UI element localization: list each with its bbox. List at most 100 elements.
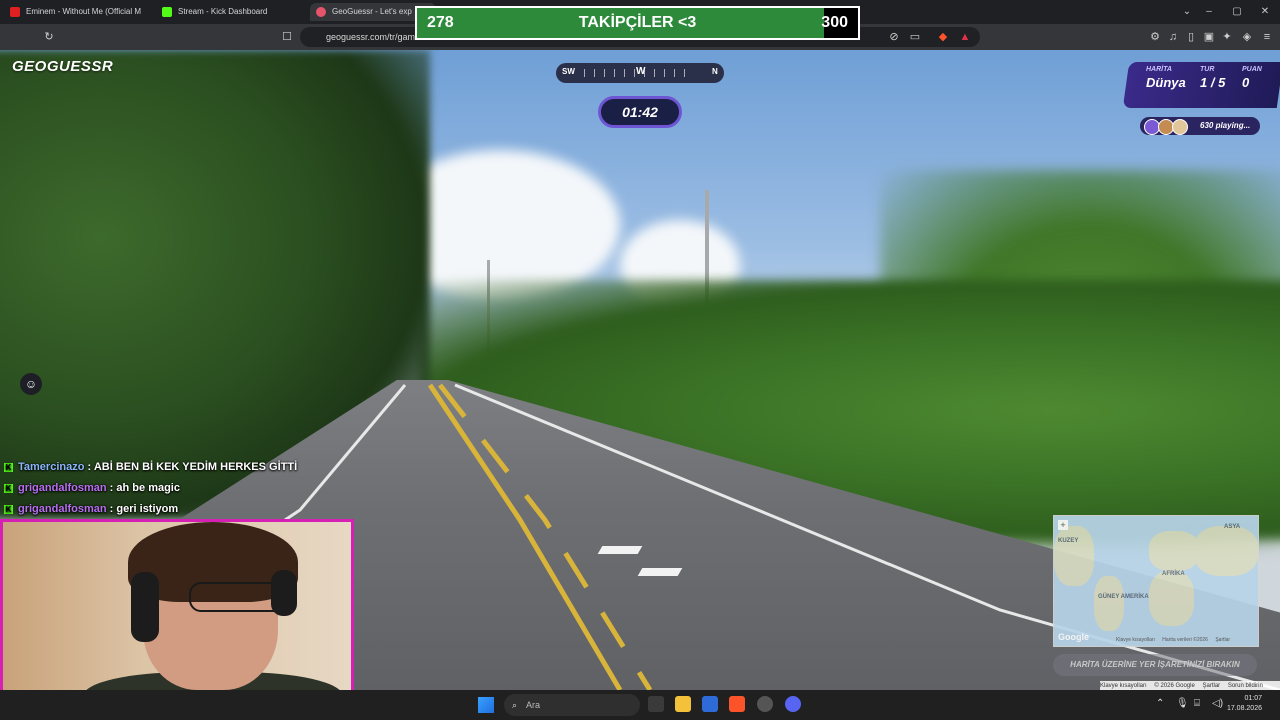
- round-label: TUR: [1200, 66, 1215, 73]
- mute-icon[interactable]: ⊘: [885, 28, 903, 46]
- maximize-icon[interactable]: ▢: [1222, 0, 1252, 24]
- chat-message: Kgrigandalfosman : geri istiyom: [4, 499, 324, 520]
- map-info: HARİTA Dünya: [1146, 66, 1186, 90]
- map-footer-item[interactable]: Şartlar: [1215, 637, 1230, 643]
- google-logo: Google: [1058, 632, 1089, 642]
- chat-text: ah be magic: [116, 482, 180, 494]
- map-label: HARİTA: [1146, 66, 1172, 73]
- store-icon[interactable]: [702, 696, 718, 712]
- minimize-icon[interactable]: –: [1194, 0, 1224, 24]
- chat-username: grigandalfosman: [18, 482, 107, 494]
- compass-center: W: [636, 66, 646, 77]
- url-text: geoguessr.com/tr/gam: [326, 32, 416, 42]
- follower-target: 300: [821, 14, 848, 31]
- geoguessr-logo[interactable]: GEOGUESSR: [12, 58, 113, 75]
- return-to-start-icon[interactable]: ☺: [20, 373, 42, 395]
- compass-right: N: [712, 67, 718, 76]
- clock-time: 01:07: [1244, 695, 1262, 702]
- map-landmass: [1149, 531, 1199, 571]
- players-online[interactable]: 630 playing...: [1140, 117, 1260, 135]
- points-value: 0: [1242, 75, 1250, 90]
- search-placeholder: Ara: [526, 700, 541, 710]
- system-clock[interactable]: 01:07 17.08.2026: [1227, 694, 1262, 714]
- follower-goal-label: TAKİPÇİLER <3: [578, 14, 697, 31]
- zoom-in-icon[interactable]: +: [1058, 520, 1068, 530]
- stream-chat: K Tamercinazo : ABİ BEN Bİ KEK YEDİM HERK…: [4, 457, 324, 520]
- map-label-south-america: GÜNEY AMERİKA: [1098, 594, 1149, 600]
- chat-text: geri istiyom: [116, 503, 179, 515]
- kick-icon: [162, 7, 172, 17]
- map-landmass: [1149, 571, 1194, 626]
- move-arrow-left[interactable]: [597, 546, 643, 554]
- wallet-icon[interactable]: ▣: [1200, 28, 1218, 46]
- chat-separator: :: [106, 503, 117, 515]
- logo-text: GEOGUESSR: [12, 58, 114, 75]
- round-info: TUR 1 / 5: [1200, 66, 1225, 90]
- tab-youtube[interactable]: Eminem - Without Me (Official M: [4, 3, 172, 21]
- footer-link[interactable]: Sorun bildirin: [1228, 683, 1263, 689]
- points-info: PUAN 0: [1242, 66, 1262, 90]
- map-footer: Klavye kısayolları Harita verileri ©2026…: [1116, 637, 1230, 643]
- chat-username: Tamercinazo: [18, 461, 85, 473]
- tab-title: GeoGuessr - Let's exp: [332, 7, 412, 16]
- windows-start-icon[interactable]: [478, 697, 494, 713]
- leo-icon[interactable]: ✦: [1218, 28, 1236, 46]
- microphone-icon[interactable]: 🎙: [1176, 698, 1189, 709]
- youtube-icon: [10, 7, 20, 17]
- kick-badge-icon: K: [4, 462, 13, 472]
- close-icon[interactable]: ✕: [1250, 0, 1280, 24]
- media-icon[interactable]: ♫: [1164, 28, 1182, 46]
- search-icon: ⌕: [512, 700, 518, 710]
- sidebar-icon[interactable]: ▯: [1182, 28, 1200, 46]
- extensions-icon[interactable]: ⚙: [1146, 28, 1164, 46]
- file-explorer-icon[interactable]: [675, 696, 691, 712]
- footer-link[interactable]: Klavye kısayolları: [1100, 683, 1147, 689]
- map-landmass: [1054, 526, 1094, 586]
- map-label-africa: AFRİKA: [1162, 571, 1185, 577]
- chat-separator: :: [84, 461, 94, 473]
- place-guess-button[interactable]: HARİTA ÜZERİNE YER İŞARETİNİZİ BIRAKIN: [1053, 654, 1257, 676]
- menu-icon[interactable]: ≡: [1258, 28, 1276, 46]
- follower-goal-bar: 278 TAKİPÇİLER <3 300: [415, 6, 860, 40]
- chat-text: ABİ BEN Bİ KEK YEDİM HERKES GİTTİ: [93, 461, 298, 473]
- kick-badge-icon: K: [4, 483, 13, 493]
- vpn-icon[interactable]: ◈: [1238, 28, 1256, 46]
- reload-icon[interactable]: ↻: [40, 28, 58, 46]
- clock-date: 17.08.2026: [1226, 705, 1262, 712]
- compass: SW W N: [556, 63, 724, 83]
- chat-username: grigandalfosman: [18, 503, 107, 515]
- headphones: [271, 570, 297, 616]
- taskbar-search[interactable]: ⌕ Ara: [504, 694, 640, 716]
- headphones: [131, 572, 159, 642]
- windows-taskbar: ⌕ Ara ⌃ 🎙 ⌸ ◁) 01:07 17.08.2026: [0, 690, 1280, 720]
- move-arrow-right[interactable]: [637, 568, 683, 576]
- chat-message: Kgrigandalfosman : ah be magic: [4, 478, 324, 499]
- tray-chevron-icon[interactable]: ⌃: [1156, 698, 1164, 709]
- obs-icon[interactable]: [757, 696, 773, 712]
- brave-rewards-icon[interactable]: ▲: [956, 28, 974, 46]
- tab-title: Eminem - Without Me (Official M: [26, 7, 141, 16]
- tab-title: Stream - Kick Dashboard: [178, 7, 268, 16]
- round-timer: 01:42: [598, 96, 682, 128]
- chat-message: K Tamercinazo : ABİ BEN Bİ KEK YEDİM HERK…: [4, 457, 324, 478]
- cast-icon[interactable]: ▭: [906, 28, 924, 46]
- playing-count: 630 playing...: [1200, 121, 1251, 130]
- discord-icon[interactable]: [785, 696, 801, 712]
- round-value: 1 / 5: [1200, 75, 1226, 90]
- map-value: Dünya: [1146, 75, 1186, 90]
- kick-badge-icon: K: [4, 504, 13, 514]
- points-label: PUAN: [1242, 66, 1262, 73]
- task-view-icon[interactable]: [648, 696, 664, 712]
- guess-minimap[interactable]: ASYA AFRİKA GÜNEY AMERİKA KUZEY + Google…: [1053, 515, 1259, 647]
- brave-shield-icon[interactable]: ◆: [934, 28, 952, 46]
- map-landmass: [1094, 576, 1124, 631]
- bookmark-icon[interactable]: ☐: [278, 28, 296, 46]
- network-icon[interactable]: ⌸: [1194, 698, 1200, 709]
- footer-link[interactable]: Şartlar: [1202, 683, 1220, 689]
- footer-link: © 2026 Google: [1154, 683, 1195, 689]
- volume-icon[interactable]: ◁): [1212, 698, 1223, 709]
- tab-kick[interactable]: Stream - Kick Dashboard: [156, 3, 324, 21]
- map-label-asia: ASYA: [1224, 524, 1241, 530]
- map-footer-item[interactable]: Klavye kısayolları: [1116, 637, 1155, 643]
- brave-browser-icon[interactable]: [729, 696, 745, 712]
